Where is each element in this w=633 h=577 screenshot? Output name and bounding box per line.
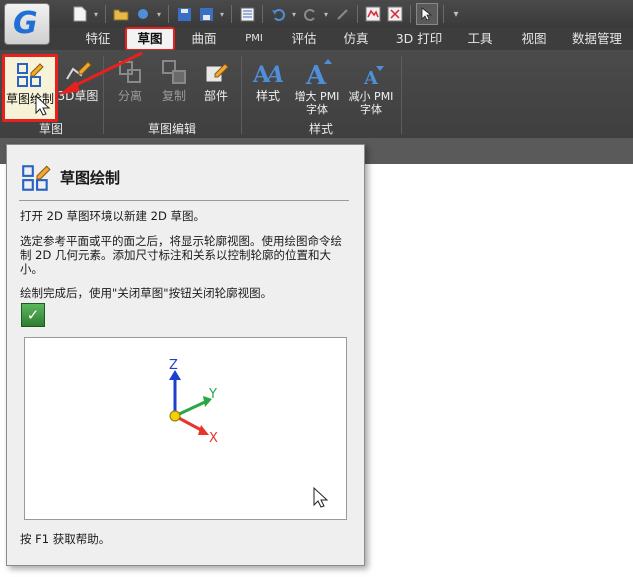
z-axis-label: Z xyxy=(169,358,178,373)
open-folder-icon[interactable] xyxy=(111,4,131,24)
quick-access-toolbar: ▾ ▾ ▾ ▾ ▾ ▾ xyxy=(70,3,463,25)
copy-button[interactable]: 复制 xyxy=(152,54,196,116)
sketch-draw-button[interactable]: 草图绘制 xyxy=(2,54,58,122)
increase-pmi-font-button[interactable]: A 增大 PMI 字体 xyxy=(290,54,344,116)
tab-tools[interactable]: 工具 xyxy=(460,28,500,50)
pointer-icon[interactable] xyxy=(416,3,438,25)
app-logo[interactable]: G xyxy=(4,3,50,45)
tooltip-preview: Z Y X xyxy=(24,337,347,520)
properties-icon[interactable] xyxy=(237,4,257,24)
tooltip-divider xyxy=(19,200,349,201)
repeat-icon[interactable] xyxy=(332,4,352,24)
svg-text:A: A xyxy=(363,68,379,88)
tab-data-management[interactable]: 数据管理 xyxy=(566,28,628,50)
group-label-sketch: 草图 xyxy=(38,122,63,136)
chevron-down-icon[interactable]: ▾ xyxy=(322,10,330,19)
chevron-down-icon[interactable]: ▾ xyxy=(155,10,163,19)
select-options-icon[interactable] xyxy=(385,4,405,24)
sketch-draw-tooltip: 草图绘制 打开 2D 草图环境以新建 2D 草图。 选定参考平面或平的面之后，将… xyxy=(6,144,365,566)
customize-toolbar-icon[interactable]: ▾ xyxy=(449,9,463,20)
undo-icon[interactable] xyxy=(268,4,288,24)
chevron-down-icon[interactable]: ▾ xyxy=(92,10,100,19)
style-button[interactable]: A A 样式 xyxy=(248,54,288,116)
tooltip-description-2: 选定参考平面或平的面之后，将显示轮廓视图。使用绘图命令绘制 2D 几何元素。添加… xyxy=(20,234,342,276)
group-label-style: 样式 xyxy=(308,122,333,136)
tab-sketch[interactable]: 草图 xyxy=(125,27,175,51)
separate-icon xyxy=(119,61,141,83)
x-axis-label: X xyxy=(209,431,218,446)
part-button[interactable]: 部件 xyxy=(196,54,236,116)
tab-simulation[interactable]: 仿真 xyxy=(336,28,376,50)
tab-view[interactable]: 视图 xyxy=(514,28,554,50)
3d-sketch-icon xyxy=(66,61,92,80)
part-icon xyxy=(205,63,229,83)
title-bar: ▾ ▾ ▾ ▾ ▾ ▾ xyxy=(0,0,633,28)
ribbon-tab-bar: 特征 草图 曲面 PMI 评估 仿真 3D 打印 工具 视图 数据管理 xyxy=(0,27,633,51)
close-sketch-icon: ✓ xyxy=(21,303,45,327)
coordinate-axes-diagram: Z Y X xyxy=(169,358,329,508)
sketch-draw-icon xyxy=(22,165,51,191)
save-as-icon[interactable] xyxy=(196,4,216,24)
connect-icon[interactable] xyxy=(133,4,153,24)
copy-icon xyxy=(162,60,186,84)
tooltip-description-1: 打开 2D 草图环境以新建 2D 草图。 xyxy=(20,209,205,223)
tab-feature[interactable]: 特征 xyxy=(78,28,118,50)
chevron-down-icon[interactable]: ▾ xyxy=(218,10,226,19)
tab-surface[interactable]: 曲面 xyxy=(184,28,224,50)
tooltip-description-3: 绘制完成后，使用"关闭草图"按钮关闭轮廓视图。 xyxy=(20,286,273,300)
tab-3d-print[interactable]: 3D 打印 xyxy=(390,28,448,50)
select-filter-icon[interactable] xyxy=(363,4,383,24)
tooltip-help-text: 按 F1 获取帮助。 xyxy=(20,532,111,546)
chevron-down-icon[interactable]: ▾ xyxy=(290,10,298,19)
app-logo-letter: G xyxy=(13,6,38,41)
font-increase-icon: A xyxy=(305,59,332,88)
ribbon-panel: 草图绘制 3D草图 草图 分离 复制 部件 草图编辑 A A 样式 A 增大 P… xyxy=(0,50,633,138)
tab-pmi[interactable]: PMI xyxy=(236,28,272,50)
decrease-pmi-font-button[interactable]: A 减小 PMI 字体 xyxy=(344,54,398,116)
svg-text:A: A xyxy=(305,61,327,88)
font-decrease-icon: A xyxy=(363,66,384,88)
save-icon[interactable] xyxy=(174,4,194,24)
tab-evaluate[interactable]: 评估 xyxy=(284,28,324,50)
svg-text:A: A xyxy=(265,62,284,88)
redo-icon[interactable] xyxy=(300,4,320,24)
new-file-icon[interactable] xyxy=(70,4,90,24)
y-axis-label: Y xyxy=(208,387,217,402)
style-icon: A A xyxy=(252,62,284,88)
tooltip-title: 草图绘制 xyxy=(60,169,121,187)
separate-button[interactable]: 分离 xyxy=(108,54,152,116)
3d-sketch-button[interactable]: 3D草图 xyxy=(56,54,100,116)
group-label-sketch-edit: 草图编辑 xyxy=(147,122,196,136)
sketch-draw-icon xyxy=(17,63,44,87)
